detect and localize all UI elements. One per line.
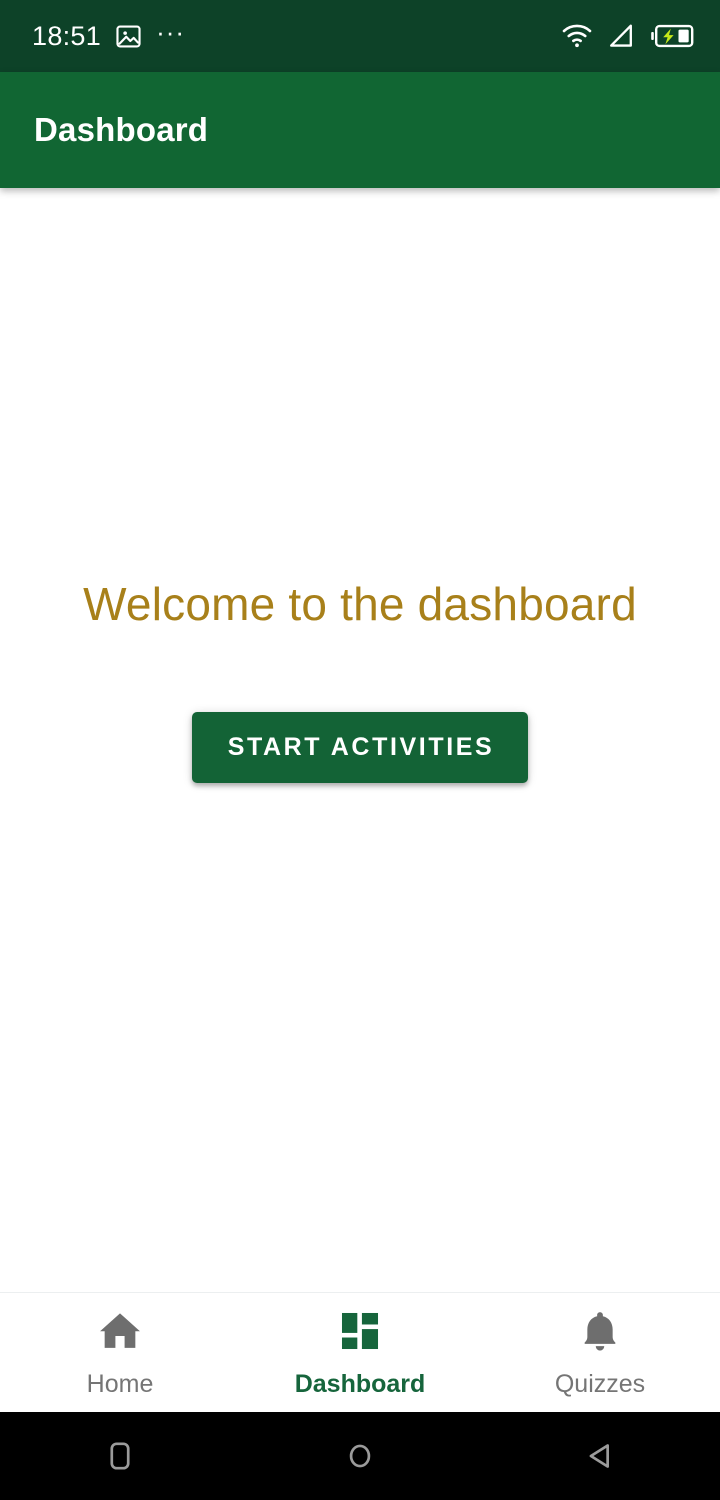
nav-label-home: Home xyxy=(86,1370,154,1398)
status-bar-right xyxy=(562,23,694,49)
nav-label-dashboard: Dashboard xyxy=(294,1370,426,1398)
nav-item-dashboard[interactable]: Dashboard xyxy=(240,1293,480,1412)
app-bar: Dashboard xyxy=(0,72,720,188)
home-icon xyxy=(97,1308,143,1359)
welcome-message: Welcome to the dashboard xyxy=(83,577,637,630)
home-button[interactable] xyxy=(300,1412,420,1500)
dashboard-grid-icon xyxy=(337,1308,383,1359)
nav-item-home[interactable]: Home xyxy=(0,1293,240,1412)
battery-charging-icon xyxy=(650,23,694,49)
status-time: 18:51 xyxy=(32,20,102,51)
back-button[interactable] xyxy=(540,1412,660,1500)
cellular-signal-icon xyxy=(607,23,635,49)
system-navigation-bar xyxy=(0,1412,720,1500)
start-activities-button[interactable]: START ACTIVITIES xyxy=(191,712,529,784)
nav-label-quizzes: Quizzes xyxy=(554,1370,646,1398)
nav-item-quizzes[interactable]: Quizzes xyxy=(480,1293,720,1412)
recents-button[interactable] xyxy=(60,1412,180,1500)
phone-screen: 18:51 ··· Dashboard Welcome to the dashb… xyxy=(0,0,720,1500)
page-title: Dashboard xyxy=(34,111,209,148)
bell-icon xyxy=(577,1308,623,1359)
wifi-icon xyxy=(562,23,592,49)
bottom-navigation-bar: Home Dashboard Quizzes xyxy=(0,1292,720,1412)
status-bar: 18:51 ··· xyxy=(0,0,720,72)
more-dots-icon: ··· xyxy=(156,16,186,47)
status-bar-left: 18:51 ··· xyxy=(32,16,186,51)
main-content: Welcome to the dashboard START ACTIVITIE… xyxy=(0,188,720,1292)
image-icon xyxy=(115,23,142,50)
